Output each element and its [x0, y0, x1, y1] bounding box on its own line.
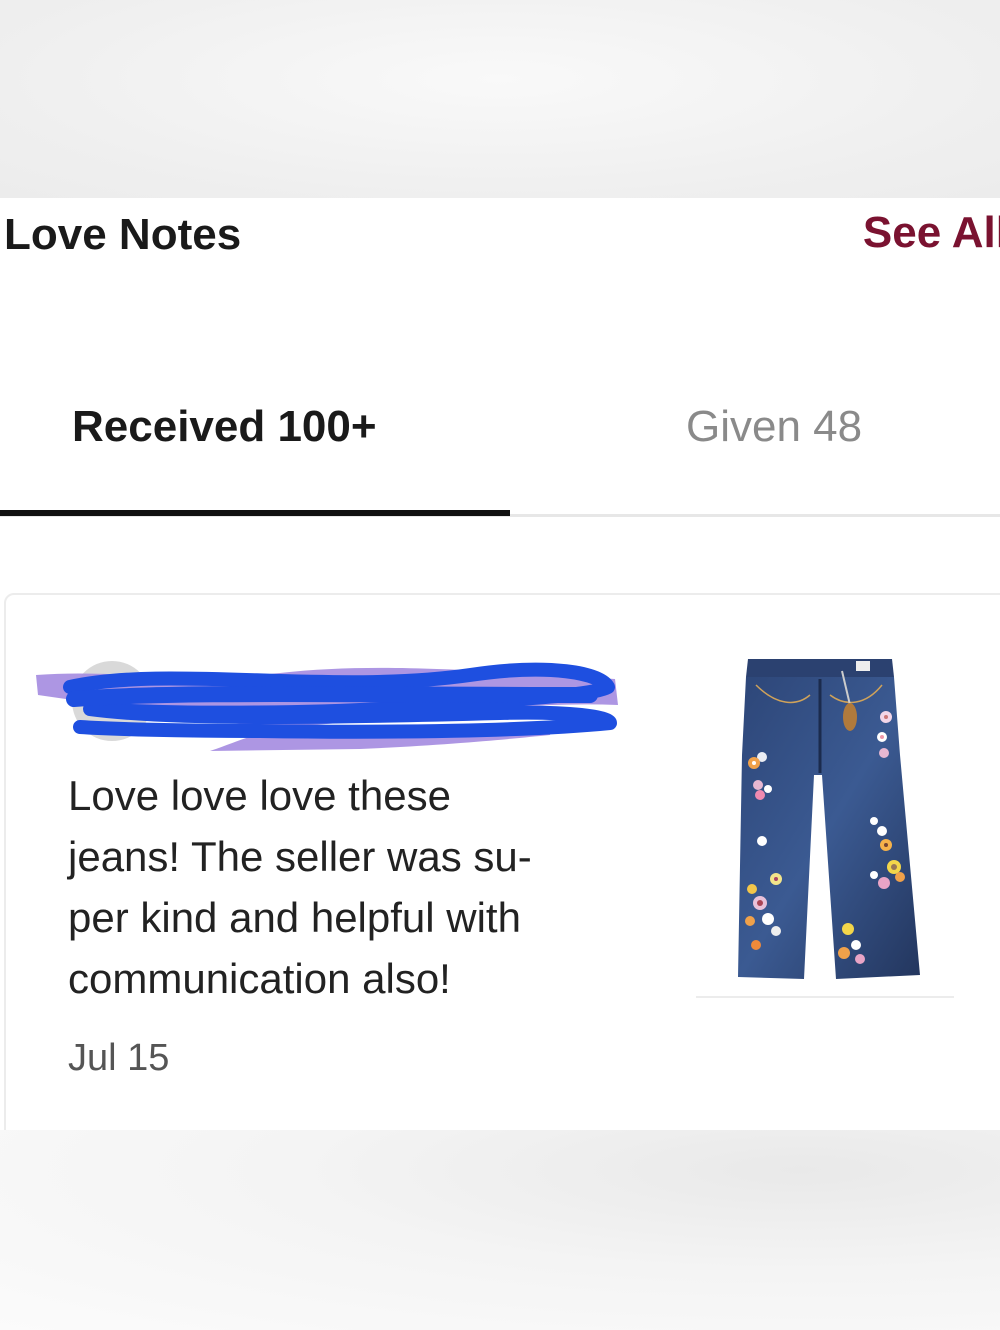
redacted-user-scribble [36, 661, 618, 751]
tab-given[interactable]: Given 48 [686, 402, 862, 452]
love-note-text: Love love love these jeans! The seller w… [68, 765, 628, 1009]
note-line: per kind and helpful with [68, 894, 521, 941]
note-date: Jul 15 [68, 1037, 170, 1079]
section-title: Love Notes [4, 210, 242, 259]
love-notes-section: Love Notes See All Received 100+ Given 4… [0, 198, 1000, 1157]
love-note-card[interactable]: Love love love these jeans! The seller w… [4, 593, 1000, 1157]
thumbnail-divider [696, 996, 954, 998]
see-all-link[interactable]: See All [863, 208, 1000, 258]
active-tab-indicator [0, 510, 510, 516]
jeans-product-thumbnail[interactable] [696, 645, 956, 997]
blurred-top-area [0, 0, 1000, 198]
note-line: communication also! [68, 955, 451, 1002]
note-line: Love love love these [68, 772, 451, 819]
tab-received[interactable]: Received 100+ [72, 402, 377, 452]
blurred-bottom-area [0, 1130, 1000, 1330]
note-line: jeans! The seller was su- [68, 833, 532, 880]
tab-bar: Received 100+ Given 48 [0, 378, 1000, 518]
